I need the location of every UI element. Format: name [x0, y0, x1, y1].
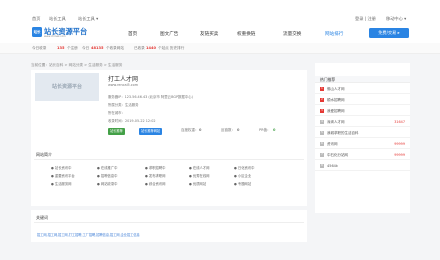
sidebar-item-label[interactable]: 我城求职的生活百科 [327, 131, 359, 136]
sidebar-item[interactable]: 1 佛山人才网 [315, 85, 410, 94]
section-title: 网站简介 [36, 152, 52, 157]
sidebar-item[interactable]: 8 4564k [315, 162, 410, 171]
sidebar-item[interactable]: 6 资讯网 99999 [315, 140, 410, 149]
sidebar-item-label[interactable]: 资讯网 [327, 142, 338, 147]
sidebar-item-label[interactable]: 4564k [327, 164, 338, 168]
sidebar-item[interactable]: 3 我爱招聘网 [315, 107, 410, 116]
rank-badge: 7 [320, 153, 324, 157]
top-link-mobile[interactable]: 移动中心 ▾ [386, 16, 406, 22]
metric-label: PR值： [259, 128, 271, 132]
keywords-card: 关键词 招工网,招工网,招工网,打工招聘,工厂招聘,招聘信息,招工网,企业招工信… [31, 210, 307, 242]
sidebar-item-value: 99999 [394, 142, 405, 146]
nav-ranking[interactable]: 网站排行 [325, 31, 343, 37]
intro-cell[interactable]: ● 在线推广中 [97, 165, 117, 170]
intro-cell[interactable]: ● 求职招聘中 [145, 165, 165, 170]
rank-badge: 5 [320, 131, 324, 135]
intro-cell[interactable]: ● 网站收录中 [97, 181, 117, 186]
stat-value: 1440 [146, 46, 157, 50]
sidebar-item-label[interactable]: 顺水招聘网 [327, 98, 345, 103]
main-header: 站长 站长资源平台 www.chinaz.com 首页 图文广告 友链买卖 权重… [0, 24, 440, 43]
top-link-tools[interactable]: 站长工具 ▾ [78, 16, 98, 22]
sidebar-item[interactable]: 4 深圳人才网 31647 [315, 118, 410, 127]
sidebar-item-value: 31647 [394, 120, 405, 124]
top-link-home[interactable]: 首页 [32, 16, 40, 22]
sidebar-item-label[interactable]: 深圳人才网 [327, 120, 345, 125]
stat-label: 今日收录 [32, 46, 47, 50]
stat-value: 48135 [91, 46, 104, 50]
sidebar-item-label[interactable]: 我爱招聘网 [327, 109, 345, 114]
stat-label: 已收录 [134, 46, 145, 50]
sidebar-item-label[interactable]: 佛山人才网 [327, 87, 345, 92]
keyword-list[interactable]: 招工网,招工网,招工网,打工招聘,工厂招聘,招聘信息,招工网,企业招工信息 [37, 232, 140, 237]
nav-traffic[interactable]: 流量交换 [283, 31, 301, 37]
site-date: 收录时间：2019-05-22 12:02 [108, 119, 156, 123]
logo-mark[interactable]: 站长 [32, 27, 42, 37]
stat-tail: 个注册 [67, 46, 78, 50]
metric-value: 0 [273, 128, 276, 132]
nav-home[interactable]: 首页 [128, 31, 137, 37]
metric-label: 百度权重： [181, 128, 199, 132]
metric-label: 反链数： [221, 128, 235, 132]
site-category[interactable]: 所属分类：生活服务 [108, 102, 139, 107]
sidebar-item[interactable]: 7 中石化分站网 99999 [315, 151, 410, 160]
recommend-site-badge[interactable]: 站长推荐网站 [139, 128, 163, 135]
recommend-badge[interactable]: 站长推荐 [108, 128, 125, 135]
intro-cell[interactable]: ● 发布求职网 [145, 173, 165, 178]
rank-badge: 1 [320, 87, 324, 91]
rank-badge: 4 [320, 120, 324, 124]
sidebar-item-value: 99999 [394, 153, 405, 157]
top-link-collect[interactable]: 站长工具 [49, 16, 66, 22]
site-detail-card: 站长资源平台 打工人才网 www.rencai5.com 服务器IP：123.5… [31, 70, 307, 148]
stat-tail: 个收录网站 [106, 46, 124, 50]
intro-cell[interactable]: ● 优秀在线网 [189, 173, 209, 178]
metric-value: 0 [237, 128, 240, 132]
intro-cell[interactable]: ● 生活服务网 [51, 181, 71, 186]
stat-tail: 个站点 历史排行 [158, 46, 185, 50]
rank-badge: 3 [320, 109, 324, 113]
intro-cell[interactable]: ● 招聘信息中 [97, 173, 117, 178]
site-intro-card: 网站简介 ● 站长资讯中 ● 在线推广中 ● 求职招聘中 ● 在线人才网 ● 日… [31, 148, 307, 206]
intro-cell[interactable]: ● 小区企业 [234, 173, 251, 178]
stat-label: 今日 [82, 46, 90, 50]
metric-value: 0 [199, 128, 202, 132]
nav-weight[interactable]: 权重换链 [237, 31, 255, 37]
sidebar-header: 热门推荐 [315, 76, 410, 83]
intro-cell[interactable]: ● 在线人才网 [189, 165, 209, 170]
rank-badge: 8 [320, 164, 324, 168]
nav-links[interactable]: 友链买卖 [200, 31, 218, 37]
sidebar-item[interactable]: 5 我城求职的生活百科 [315, 129, 410, 138]
sidebar-item[interactable]: 2 顺水招聘网 [315, 96, 410, 105]
stat-value: 135 [57, 46, 65, 50]
divider [34, 159, 304, 160]
intro-cell[interactable]: ● 优质网站 [189, 181, 206, 186]
site-ip: 服务器IP：123.56.46.43 (北京市 阿里云BGP数据中心) [108, 95, 193, 99]
site-title: 打工人才网 [108, 76, 139, 83]
site-thumbnail: 站长资源平台 [35, 73, 99, 101]
breadcrumb[interactable]: 当前位置：站长百科 > 网站分类 > 生活服务 > 生活服务 [31, 63, 122, 68]
hot-recommend-sidebar: 热门推荐 1 佛山人才网 2 顺水招聘网 3 我爱招聘网 4 深圳人才网 316… [315, 63, 410, 213]
top-link-login[interactable]: 登录 | 注册 [355, 16, 376, 22]
rank-badge: 6 [320, 142, 324, 146]
logo-subtitle: www.chinaz.com [44, 35, 66, 38]
site-city: 所在城市： [108, 111, 125, 115]
stats-bar: 今日收录 135 个注册 今日 48135 个收录网站 已收录 1440 个站点… [0, 43, 440, 54]
divider [34, 222, 304, 223]
submit-button[interactable]: 免费/交易 ▸ [369, 28, 409, 38]
top-utility-bar: 首页 站长工具 站长工具 ▾ 登录 | 注册 移动中心 ▾ [0, 0, 440, 24]
nav-ads[interactable]: 图文广告 [160, 31, 178, 37]
site-domain[interactable]: www.rencai5.com [108, 83, 138, 87]
sidebar-title: 热门推荐 [320, 77, 336, 82]
intro-cell[interactable]: ● 日化资讯中 [234, 165, 254, 170]
intro-cell[interactable]: ● 专题网站 [234, 181, 251, 186]
sidebar-item-label[interactable]: 中石化分站网 [327, 153, 348, 158]
section-title: 关键词 [36, 215, 48, 220]
intro-cell[interactable]: ● 综合资讯网 [145, 181, 165, 186]
intro-cell[interactable]: ● 重要资讯平台 [51, 173, 75, 178]
intro-cell[interactable]: ● 站长资讯中 [51, 165, 71, 170]
rank-badge: 2 [320, 98, 324, 102]
